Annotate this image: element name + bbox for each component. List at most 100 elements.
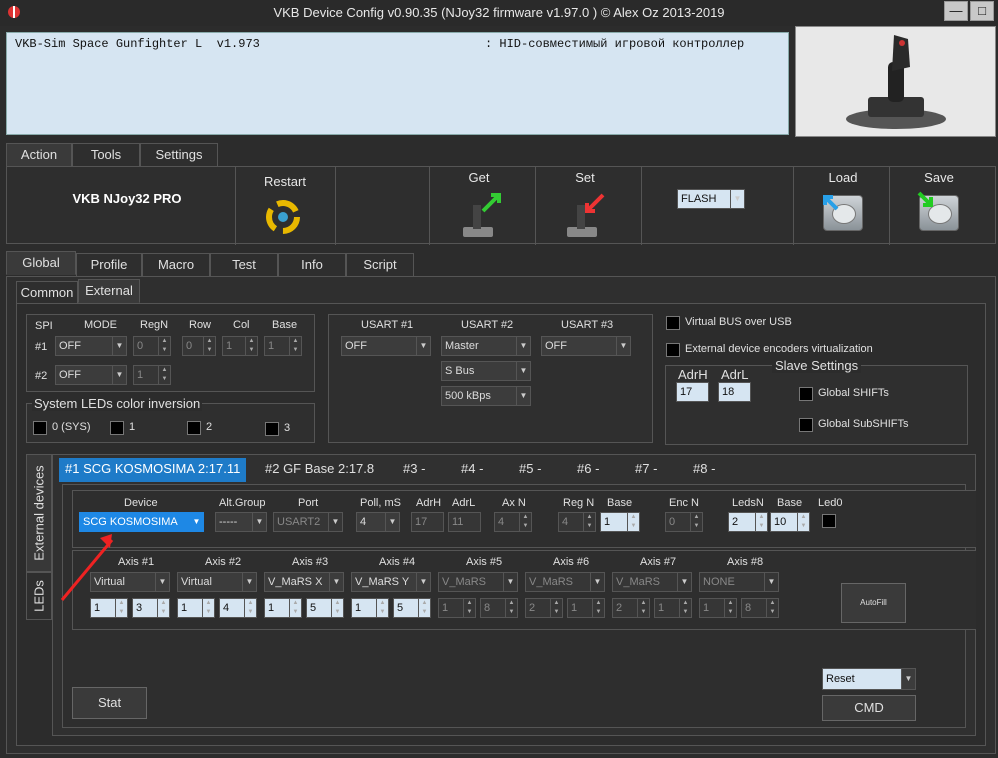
led-inv-0-checkbox[interactable]: [33, 421, 47, 435]
global-subshifts-checkbox[interactable]: [799, 418, 813, 432]
tab-macro[interactable]: Macro: [142, 253, 210, 277]
port-header: Port: [298, 497, 319, 509]
regn-dev-stepper[interactable]: 4 ▲ ▼: [558, 512, 596, 532]
port-select[interactable]: USART2 ▼: [273, 512, 343, 532]
altgroup-select[interactable]: ----- ▼: [215, 512, 267, 532]
chevron-down-icon: ▼: [901, 669, 915, 689]
tab-settings[interactable]: Settings: [140, 143, 218, 167]
device-tab-8[interactable]: #8 -: [687, 458, 721, 482]
slave-adrh-field[interactable]: 17: [676, 382, 709, 402]
get-icon[interactable]: [459, 191, 503, 239]
axis-3-bus-stepper[interactable]: 1 ▲ ▼: [264, 598, 302, 618]
axis-4-type-select[interactable]: V_MaRS Y ▼: [351, 572, 431, 592]
encn-stepper[interactable]: 0 ▲ ▼: [665, 512, 703, 532]
device-tab-2[interactable]: #2 GF Base 2:17.8: [259, 458, 380, 482]
base2-stepper[interactable]: 10 ▲ ▼: [770, 512, 810, 532]
autofill-button[interactable]: AutoFill: [841, 583, 906, 623]
axn-stepper[interactable]: 4 ▲ ▼: [494, 512, 532, 532]
axis-3-type-select[interactable]: V_MaRS X ▼: [264, 572, 344, 592]
usart2-speed-select[interactable]: 500 kBps ▼: [441, 386, 531, 406]
axis-5-channel-stepper[interactable]: 8 ▲ ▼: [480, 598, 518, 618]
cmd-button[interactable]: CMD: [822, 695, 916, 721]
axis-6-type-select[interactable]: V_MaRS ▼: [525, 572, 605, 592]
encoders-virt-checkbox[interactable]: [666, 343, 680, 357]
global-shifts-checkbox[interactable]: [799, 387, 813, 401]
slave-adrl-label: AdrL: [721, 367, 749, 382]
set-icon[interactable]: [563, 191, 607, 239]
tab-info[interactable]: Info: [278, 253, 346, 277]
axis-1-bus-stepper[interactable]: 1 ▲ ▼: [90, 598, 128, 618]
tab-script[interactable]: Script: [346, 253, 414, 277]
axis-1-channel-stepper[interactable]: 3 ▲ ▼: [132, 598, 170, 618]
axis-1-type-select[interactable]: Virtual ▼: [90, 572, 170, 592]
spi2-regn-stepper[interactable]: 1 ▲ ▼: [133, 365, 171, 385]
device-tab-3[interactable]: #3 -: [397, 458, 431, 482]
maximize-button[interactable]: □: [970, 1, 994, 21]
spi2-mode-select[interactable]: OFF ▼: [55, 365, 127, 385]
spi1-row-stepper[interactable]: 0 ▲ ▼: [182, 336, 216, 356]
tab-tools[interactable]: Tools: [72, 143, 140, 167]
led-inv-3-checkbox[interactable]: [265, 422, 279, 436]
axis-4-bus-stepper[interactable]: 1 ▲ ▼: [351, 598, 389, 618]
axis-5-type-select[interactable]: V_MaRS ▼: [438, 572, 518, 592]
axis-8-channel-stepper[interactable]: 8 ▲ ▼: [741, 598, 779, 618]
device-tab-7[interactable]: #7 -: [629, 458, 663, 482]
device-tab-4[interactable]: #4 -: [455, 458, 489, 482]
device-tab-1[interactable]: #1 SCG KOSMOSIMA 2:17.11: [59, 458, 247, 482]
slave-adrh-label: AdrH: [678, 367, 708, 382]
axis-5-bus-stepper[interactable]: 1 ▲ ▼: [438, 598, 476, 618]
spin-arrows-icon: ▲ ▼: [157, 599, 169, 617]
axis-7-channel-stepper[interactable]: 1 ▲ ▼: [654, 598, 692, 618]
axis-7-bus-stepper[interactable]: 2 ▲ ▼: [612, 598, 650, 618]
axis-8-bus-stepper[interactable]: 1 ▲ ▼: [699, 598, 737, 618]
chevron-down-icon: ▼: [516, 387, 530, 405]
chevron-down-icon: ▼: [516, 362, 530, 380]
tab-external[interactable]: External: [78, 279, 140, 303]
tab-test[interactable]: Test: [210, 253, 278, 277]
ledsn-stepper[interactable]: 2 ▲ ▼: [728, 512, 768, 532]
led0-checkbox[interactable]: [822, 514, 836, 528]
device-tab-5[interactable]: #5 -: [513, 458, 547, 482]
slave-adrl-field[interactable]: 18: [718, 382, 751, 402]
spi1-regn-stepper[interactable]: 0 ▲ ▼: [133, 336, 171, 356]
tab-external-devices[interactable]: External devices: [26, 454, 52, 572]
led-inv-1-checkbox[interactable]: [110, 421, 124, 435]
device-tab-6[interactable]: #6 -: [571, 458, 605, 482]
restart-icon[interactable]: [263, 197, 303, 237]
spi1-mode-select[interactable]: OFF ▼: [55, 336, 127, 356]
tab-profile[interactable]: Profile: [76, 253, 142, 277]
device-list[interactable]: VKB-Sim Space Gunfighter L v1.973 : HID-…: [6, 32, 789, 135]
poll-select[interactable]: 4 ▼: [356, 512, 400, 532]
memory-select[interactable]: FLASH ▼: [677, 189, 745, 209]
base-dev-stepper[interactable]: 1 ▲ ▼: [600, 512, 640, 532]
adrl-field[interactable]: 11: [448, 512, 481, 532]
axis-2-type-select[interactable]: Virtual ▼: [177, 572, 257, 592]
axis-2-bus-stepper[interactable]: 1 ▲ ▼: [177, 598, 215, 618]
minimize-button[interactable]: —: [944, 1, 968, 21]
spin-arrows-icon: ▲ ▼: [376, 599, 388, 617]
tab-global[interactable]: Global: [6, 251, 76, 275]
axis-6-channel-stepper[interactable]: 1 ▲ ▼: [567, 598, 605, 618]
command-select[interactable]: Reset ▼: [822, 668, 916, 690]
device-type-select[interactable]: SCG KOSMOSIMA ▼: [79, 512, 204, 532]
stat-button[interactable]: Stat: [72, 687, 147, 719]
spin-arrows-icon: ▲ ▼: [158, 337, 170, 355]
virtual-bus-checkbox[interactable]: [666, 316, 680, 330]
adrh-field[interactable]: 17: [411, 512, 444, 532]
axis-3-channel-stepper[interactable]: 5 ▲ ▼: [306, 598, 344, 618]
usart2-bus-select[interactable]: S Bus ▼: [441, 361, 531, 381]
tab-common[interactable]: Common: [16, 281, 78, 305]
led-inv-2-checkbox[interactable]: [187, 421, 201, 435]
usart3-select[interactable]: OFF ▼: [541, 336, 631, 356]
axis-7-type-select[interactable]: V_MaRS ▼: [612, 572, 692, 592]
axis-4-channel-stepper[interactable]: 5 ▲ ▼: [393, 598, 431, 618]
tab-leds[interactable]: LEDs: [26, 572, 52, 620]
axis-8-type-select[interactable]: NONE ▼: [699, 572, 779, 592]
spi1-base-stepper[interactable]: 1 ▲ ▼: [264, 336, 302, 356]
usart2-select[interactable]: Master ▼: [441, 336, 531, 356]
tab-action[interactable]: Action: [6, 143, 72, 167]
spi1-col-stepper[interactable]: 1 ▲ ▼: [222, 336, 258, 356]
axis-6-bus-stepper[interactable]: 2 ▲ ▼: [525, 598, 563, 618]
usart1-select[interactable]: OFF ▼: [341, 336, 431, 356]
axis-2-channel-stepper[interactable]: 4 ▲ ▼: [219, 598, 257, 618]
